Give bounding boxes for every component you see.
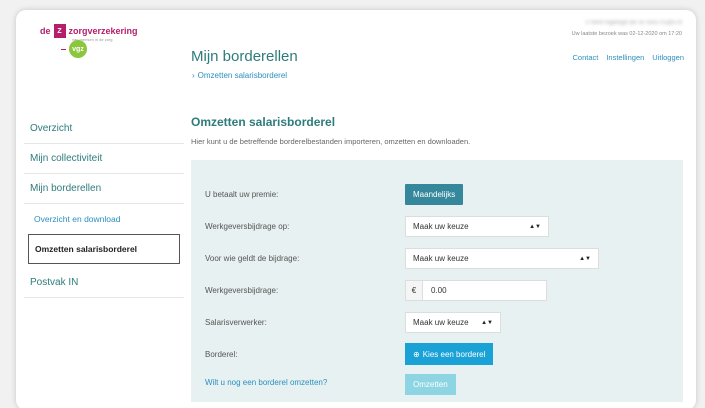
section-title: Omzetten salarisborderel: [191, 115, 336, 129]
sidebar-item-postvak[interactable]: Postvak IN: [24, 268, 184, 298]
last-visit: Uw laatste bezoek was 02-12-2020 om 17:2…: [571, 31, 682, 37]
employer-on-value: Maak uw keuze: [413, 222, 469, 231]
premium-frequency-button[interactable]: Maandelijks: [405, 184, 464, 205]
user-info: U bent ingelogd als xx xxxx 01@x.nl Uw l…: [572, 20, 682, 37]
plus-circle-icon: ⊕: [413, 349, 420, 359]
processor-value: Maak uw keuze: [413, 318, 469, 327]
sidebar: Overzicht Mijn collectiviteit Mijn borde…: [24, 114, 184, 298]
employer-on-select[interactable]: Maak uw keuze ▲▼: [405, 216, 549, 237]
applies-label: Voor wie geldt de bijdrage:: [205, 254, 300, 263]
select-arrows-icon: ▲▼: [481, 319, 493, 326]
sidebar-item-collectiviteit[interactable]: Mijn collectiviteit: [24, 144, 184, 174]
company-logo[interactable]: de Z zorgverzekering van mensen in de zo…: [40, 24, 160, 74]
chevron-right-icon: ›: [192, 71, 195, 80]
logout-link[interactable]: Uitloggen: [652, 53, 684, 62]
logo-box: Z: [53, 24, 66, 38]
sidebar-subitem-omzetten-active[interactable]: Omzetten salarisborderel: [28, 234, 180, 264]
sidebar-item-overzicht[interactable]: Overzicht: [24, 114, 184, 144]
section-description: Hier kunt u de betreffende borderelbesta…: [191, 137, 471, 146]
select-arrows-icon: ▲▼: [529, 223, 541, 230]
contribution-input[interactable]: [423, 281, 543, 300]
settings-link[interactable]: Instellingen: [606, 53, 644, 62]
applies-value: Maak uw keuze: [413, 254, 469, 263]
top-links: Contact Instellingen Uitloggen: [572, 53, 684, 62]
sidebar-subitem-overzicht-download[interactable]: Overzicht en download: [24, 204, 184, 234]
euro-icon: €: [406, 281, 423, 300]
contact-link[interactable]: Contact: [572, 53, 598, 62]
choose-borderel-label: Kies een borderel: [422, 349, 486, 359]
sidebar-item-borderellen[interactable]: Mijn borderellen: [24, 174, 184, 204]
convert-another-link[interactable]: Wilt u nog een borderel omzetten?: [205, 378, 327, 387]
employer-on-label: Werkgeversbijdrage op:: [205, 222, 290, 231]
borderel-label: Borderel:: [205, 350, 238, 359]
select-arrows-icon: ▲▼: [579, 255, 591, 262]
partner-logo-mark: vgz: [69, 40, 87, 58]
partner-dash: [61, 48, 66, 50]
logo-prefix: de: [40, 26, 51, 36]
convert-button[interactable]: Omzetten: [405, 374, 456, 395]
processor-select[interactable]: Maak uw keuze ▲▼: [405, 312, 501, 333]
logo-brand: zorgverzekering: [68, 26, 138, 36]
partner-logo: vgz: [61, 40, 87, 58]
processor-label: Salarisverwerker:: [205, 318, 267, 327]
breadcrumb-label: Omzetten salarisborderel: [197, 71, 288, 80]
applies-select[interactable]: Maak uw keuze ▲▼: [405, 248, 599, 269]
page-title: Mijn borderellen: [191, 48, 298, 65]
logo-row: de Z zorgverzekering: [40, 24, 160, 38]
logged-in-user: U bent ingelogd als xx xxxx 01@x.nl: [585, 20, 682, 26]
breadcrumb[interactable]: › Omzetten salarisborderel: [192, 71, 287, 80]
premium-label: U betaalt uw premie:: [205, 190, 279, 199]
contribution-field[interactable]: €: [405, 280, 547, 301]
main-card: de Z zorgverzekering van mensen in de zo…: [16, 10, 696, 408]
contribution-label: Werkgeversbijdrage:: [205, 286, 279, 295]
form-panel: U betaalt uw premie: Maandelijks Werkgev…: [191, 160, 683, 402]
choose-borderel-button[interactable]: ⊕ Kies een borderel: [405, 343, 494, 365]
